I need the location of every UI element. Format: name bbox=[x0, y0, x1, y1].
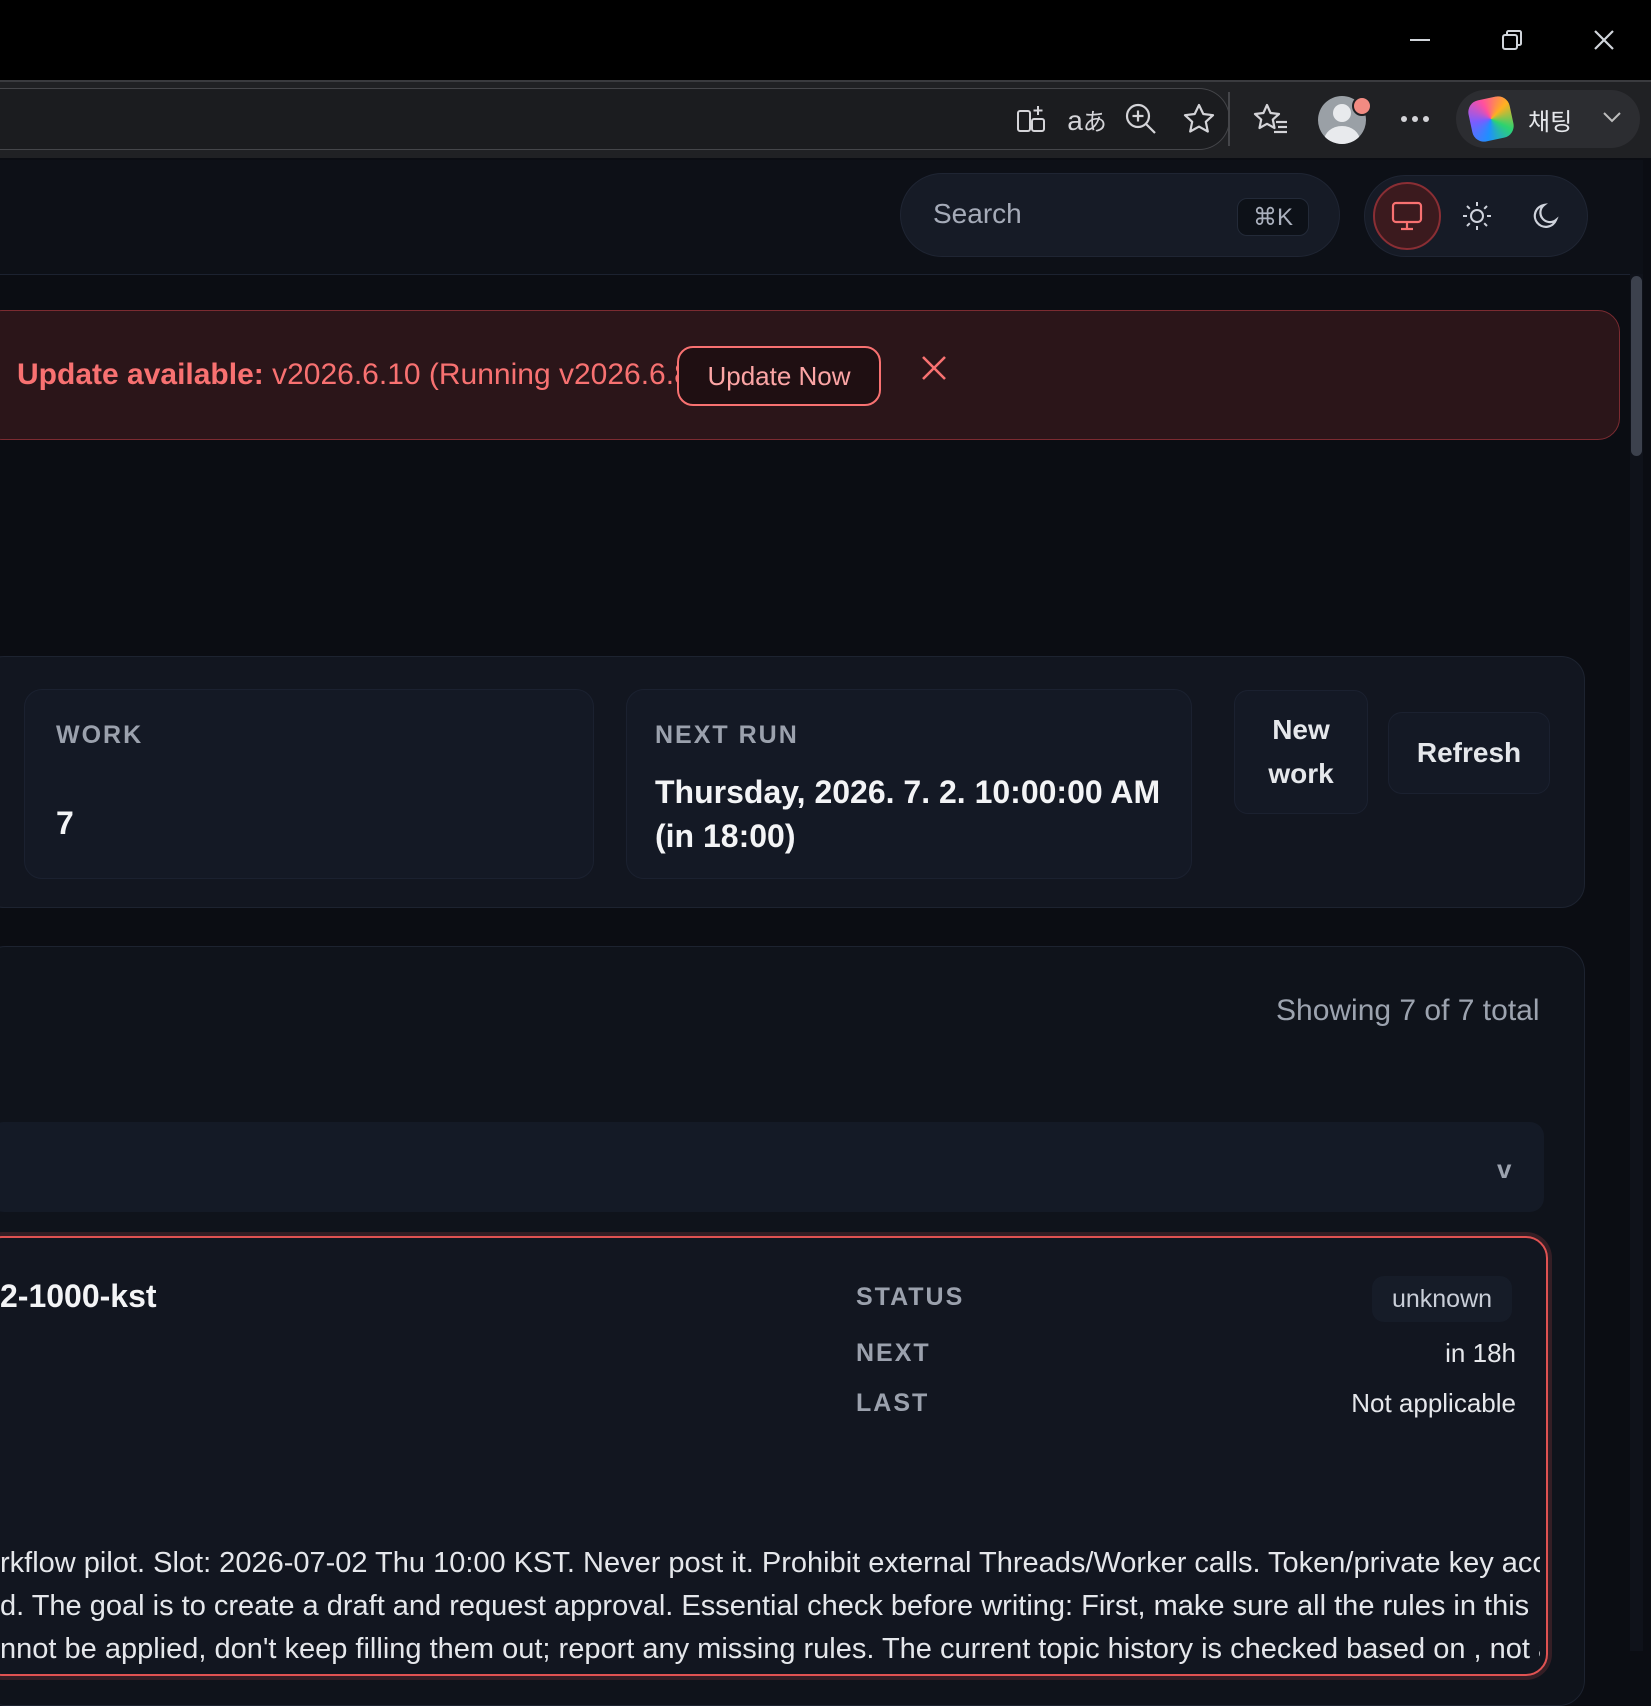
work-count-label: WORK bbox=[56, 721, 144, 749]
profile-notification-dot bbox=[1352, 96, 1372, 116]
work-item-title: 2-1000-kst bbox=[0, 1278, 157, 1314]
update-banner-label: Update available: bbox=[17, 358, 264, 391]
prompt-line: nnot be applied, don't keep filling them… bbox=[0, 1633, 1540, 1665]
close-banner-icon[interactable] bbox=[918, 352, 950, 384]
next-run-value-line2: (in 18:00) bbox=[655, 818, 796, 854]
page-scrollbar[interactable] bbox=[1630, 274, 1643, 1651]
next-run-label: NEXT RUN bbox=[655, 721, 799, 749]
search-input[interactable]: Search ⌘K bbox=[900, 173, 1340, 257]
chevron-down-icon bbox=[1602, 110, 1622, 128]
work-count-value: 7 bbox=[56, 805, 74, 841]
theme-switcher bbox=[1364, 175, 1588, 257]
work-count-card: WORK 7 bbox=[24, 689, 594, 879]
status-badge: unknown bbox=[1372, 1276, 1512, 1322]
prompt-line: rkflow pilot. Slot: 2026-07-02 Thu 10:00… bbox=[0, 1547, 1540, 1579]
favorite-star-icon[interactable] bbox=[1176, 96, 1222, 142]
search-placeholder: Search bbox=[933, 198, 1022, 229]
update-banner-text: Update available: v2026.6.10 (Running v2… bbox=[17, 358, 709, 392]
prompt-line: d. The goal is to create a draft and req… bbox=[0, 1590, 1530, 1622]
next-value: in 18h bbox=[1445, 1338, 1516, 1368]
new-work-button[interactable]: New work bbox=[1234, 690, 1368, 814]
update-now-button[interactable]: Update Now bbox=[677, 346, 881, 406]
close-window-icon[interactable] bbox=[1576, 20, 1632, 60]
theme-light-button[interactable] bbox=[1443, 182, 1511, 250]
next-run-value-line1: Thursday, 2026. 7. 2. 10:00:00 AM bbox=[655, 774, 1161, 810]
monitor-icon bbox=[1391, 201, 1423, 231]
refresh-button[interactable]: Refresh bbox=[1388, 712, 1550, 794]
showing-count: Showing 7 of 7 total bbox=[1276, 994, 1540, 1027]
toolbar-divider bbox=[1228, 92, 1230, 146]
search-shortcut-badge: ⌘K bbox=[1237, 198, 1309, 236]
zoom-icon[interactable] bbox=[1118, 96, 1164, 142]
copilot-label: 채팅 bbox=[1528, 108, 1573, 136]
last-label: LAST bbox=[856, 1389, 930, 1417]
next-run-card: NEXT RUN Thursday, 2026. 7. 2. 10:00:00 … bbox=[626, 689, 1192, 879]
page-scrollbar-thumb[interactable] bbox=[1631, 276, 1642, 456]
status-label: STATUS bbox=[856, 1283, 965, 1311]
filter-select[interactable] bbox=[0, 1122, 1544, 1212]
theme-system-button[interactable] bbox=[1373, 182, 1441, 250]
work-item-prompt: rkflow pilot. Slot: 2026-07-02 Thu 10:00… bbox=[0, 1542, 1540, 1671]
last-value: Not applicable bbox=[1351, 1388, 1516, 1418]
filter-chevron-icon[interactable]: v bbox=[1497, 1154, 1511, 1185]
minimize-icon[interactable] bbox=[1392, 20, 1448, 60]
split-screen-icon[interactable] bbox=[1008, 96, 1054, 142]
copilot-button[interactable]: 채팅 bbox=[1456, 90, 1640, 148]
translate-icon[interactable]: aあ bbox=[1064, 96, 1110, 142]
favorites-list-icon[interactable] bbox=[1248, 96, 1294, 142]
new-work-label-line2: work bbox=[1268, 758, 1334, 789]
new-work-label-line1: New bbox=[1272, 714, 1330, 745]
restore-icon[interactable] bbox=[1484, 20, 1540, 60]
moon-icon bbox=[1533, 203, 1559, 228]
theme-dark-button[interactable] bbox=[1513, 182, 1581, 250]
update-banner-message: v2026.6.10 (Running v2026.6.8). bbox=[263, 358, 710, 391]
sun-icon bbox=[1463, 202, 1491, 230]
copilot-icon bbox=[1466, 94, 1516, 144]
more-icon[interactable] bbox=[1392, 96, 1438, 142]
next-label: NEXT bbox=[856, 1339, 931, 1367]
